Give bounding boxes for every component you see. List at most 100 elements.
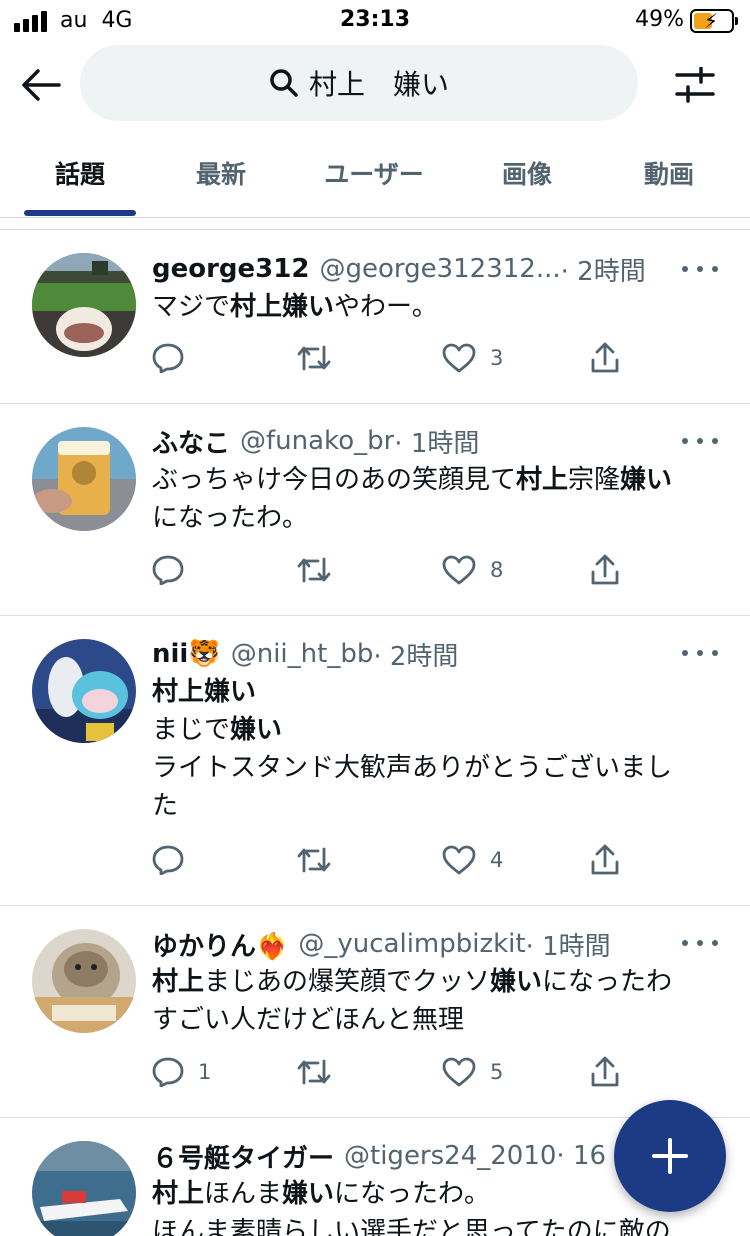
- display-name[interactable]: george312: [152, 254, 309, 284]
- tweet-text-segment: た: [152, 791, 179, 821]
- tab-videos[interactable]: 動画: [598, 130, 740, 216]
- tab-top[interactable]: 話題: [10, 130, 150, 216]
- tweet-line: すごい人だけどほんと無理: [152, 1001, 732, 1039]
- like-button[interactable]: 5: [442, 1052, 503, 1092]
- share-icon: [590, 1056, 620, 1088]
- tweet-text-segment: まじで: [152, 715, 231, 745]
- tweet-header: ふなこ @funako_br · 1時間: [152, 421, 664, 461]
- tweet-time: · 16: [556, 1141, 607, 1171]
- active-tab-indicator: [24, 210, 136, 216]
- likes-count: 5: [490, 1060, 504, 1084]
- speech-bubble-icon: [152, 343, 184, 373]
- avatar[interactable]: [32, 253, 136, 357]
- tweet-text: 村上まじあの爆笑顔でクッソ嫌いになったわ すごい人だけどほんと無理: [152, 963, 732, 1039]
- highlighted-keyword: 村上: [152, 967, 205, 997]
- retweet-icon: [296, 845, 332, 875]
- retweet-icon: [296, 343, 332, 373]
- display-name[interactable]: nii🐯: [152, 639, 221, 669]
- battery-percent: 49%: [635, 7, 684, 32]
- avatar[interactable]: [32, 929, 136, 1033]
- avatar[interactable]: [32, 639, 136, 743]
- highlighted-keyword: 村上: [152, 1179, 205, 1209]
- retweet-button[interactable]: [296, 550, 346, 590]
- search-query: 村上 嫌い: [308, 68, 449, 101]
- display-name[interactable]: ゆかりん❤️‍🔥: [152, 926, 288, 963]
- tweet-text-segment: ぶっちゃけ今日のあの笑顔見て: [152, 465, 517, 495]
- search-settings-button[interactable]: [672, 62, 718, 108]
- share-button[interactable]: [590, 550, 620, 590]
- user-handle[interactable]: @george312312...: [319, 254, 560, 284]
- likes-count: 3: [490, 346, 504, 370]
- more-dots-icon[interactable]: [682, 928, 718, 958]
- tweet-line: た: [152, 787, 732, 825]
- heart-icon: [442, 343, 476, 373]
- tweet-text-segment: すごい人だけどほんと無理: [152, 1005, 465, 1035]
- tweet-actions: 8: [152, 550, 632, 590]
- tweet-1[interactable]: ふなこ @funako_br · 1時間 ぶっちゃけ今日のあの笑顔見て村上宗隆嫌…: [0, 404, 750, 616]
- reply-button[interactable]: [152, 840, 198, 880]
- display-name[interactable]: ６号艇タイガー: [152, 1138, 334, 1175]
- tweet-text-segment: になったわ。: [152, 503, 309, 533]
- search-tabs: 話題 最新 ユーザー 画像 動画: [0, 130, 750, 218]
- highlighted-keyword: 村上: [516, 465, 569, 495]
- more-dots-icon[interactable]: [682, 426, 718, 456]
- user-handle[interactable]: @funako_br: [240, 426, 394, 456]
- tweet-time: · 1時間: [394, 428, 480, 459]
- share-button[interactable]: [590, 338, 620, 378]
- back-button[interactable]: [18, 62, 64, 108]
- tweet-actions: 15: [152, 1052, 632, 1092]
- retweet-button[interactable]: [296, 1052, 346, 1092]
- share-icon: [590, 342, 620, 374]
- highlighted-keyword: 嫌い: [230, 715, 283, 745]
- speech-bubble-icon: [152, 1057, 184, 1087]
- tweet-text-segment: 宗隆: [568, 465, 621, 495]
- retweet-button[interactable]: [296, 840, 346, 880]
- more-dots-icon[interactable]: [682, 254, 718, 284]
- tweet-header: george312 @george312312... · 2時間: [152, 249, 664, 289]
- reply-button[interactable]: [152, 550, 198, 590]
- tweet-header: ゆかりん❤️‍🔥 @_yucalimpbizkit · 1時間: [152, 924, 664, 964]
- tab-images[interactable]: 画像: [456, 130, 598, 216]
- user-handle[interactable]: @tigers24_2010: [344, 1141, 556, 1171]
- avatar-image: [32, 253, 136, 357]
- heart-icon: [442, 555, 476, 585]
- arrow-left-icon: [22, 69, 61, 101]
- reply-button[interactable]: 1: [152, 1052, 211, 1092]
- share-button[interactable]: [590, 1052, 620, 1092]
- avatar[interactable]: [32, 427, 136, 531]
- tweet-text-segment: やわー。: [334, 292, 438, 322]
- reply-button[interactable]: [152, 338, 198, 378]
- tweet-0[interactable]: george312 @george312312... · 2時間 マジで村上嫌い…: [0, 231, 750, 404]
- tweet-text-segment: ほんま素晴らしい選手だと思ってたのに敵の: [152, 1217, 671, 1236]
- tweet-2[interactable]: nii🐯 @nii_ht_bb · 2時間 村上嫌い まじで嫌い ライトスタンド大歓…: [0, 616, 750, 906]
- retweet-icon: [296, 555, 332, 585]
- retweet-button[interactable]: [296, 338, 346, 378]
- avatar-image: [32, 427, 136, 531]
- like-button[interactable]: 4: [442, 840, 503, 880]
- display-name[interactable]: ふなこ: [152, 423, 230, 460]
- avatar[interactable]: [32, 1141, 136, 1236]
- user-handle[interactable]: @nii_ht_bb: [231, 639, 374, 669]
- search-icon: [270, 69, 298, 97]
- tweet-time: · 2時間: [560, 256, 646, 287]
- tweet-line: ぶっちゃけ今日のあの笑顔見て村上宗隆嫌い: [152, 461, 732, 499]
- like-button[interactable]: 8: [442, 550, 503, 590]
- compose-tweet-button[interactable]: [614, 1100, 726, 1212]
- tweet-line: 村上嫌い: [152, 673, 732, 711]
- likes-count: 8: [490, 558, 504, 582]
- tab-latest[interactable]: 最新: [150, 130, 292, 216]
- tab-users[interactable]: ユーザー: [292, 130, 456, 216]
- highlighted-keyword: 嫌い: [620, 465, 673, 495]
- tweet-3[interactable]: ゆかりん❤️‍🔥 @_yucalimpbizkit · 1時間 村上まじあの爆笑…: [0, 906, 750, 1118]
- tweet-text: ぶっちゃけ今日のあの笑顔見て村上宗隆嫌いになったわ。: [152, 461, 732, 537]
- search-field[interactable]: 村上 嫌い: [80, 45, 638, 121]
- tweet-line: ほんま素晴らしい選手だと思ってたのに敵の: [152, 1213, 732, 1236]
- share-button[interactable]: [590, 840, 620, 880]
- like-button[interactable]: 3: [442, 338, 503, 378]
- user-handle[interactable]: @_yucalimpbizkit: [298, 929, 525, 959]
- more-dots-icon[interactable]: [682, 638, 718, 668]
- battery-icon: ⚡: [690, 9, 738, 33]
- tweet-text-segment: マジで: [152, 292, 231, 322]
- likes-count: 4: [490, 848, 504, 872]
- speech-bubble-icon: [152, 845, 184, 875]
